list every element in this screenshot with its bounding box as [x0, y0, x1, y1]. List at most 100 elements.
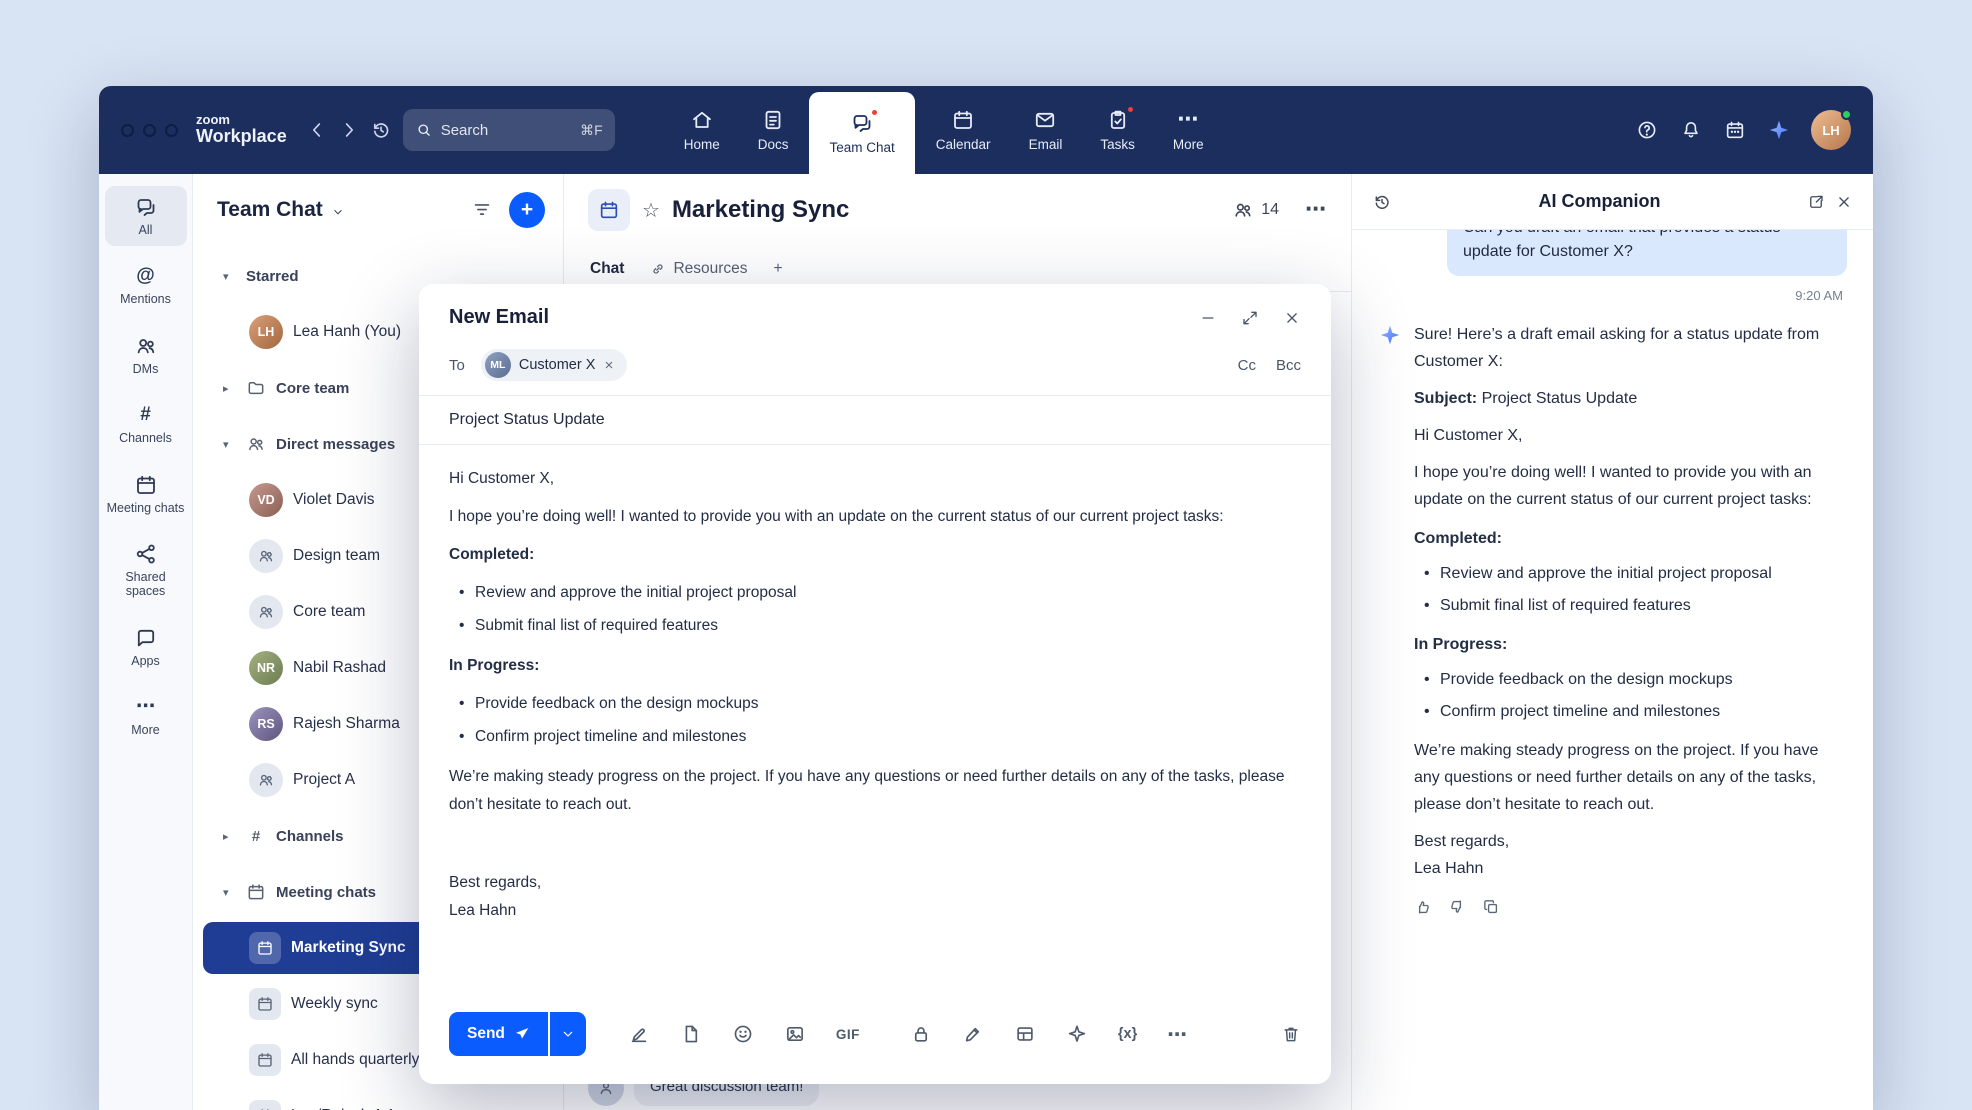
more-icon: ⋯ — [1305, 198, 1327, 222]
nav-team-chat[interactable]: Team Chat — [809, 92, 914, 174]
layout-icon — [1014, 1023, 1036, 1045]
nav-docs[interactable]: Docs — [741, 108, 806, 152]
new-chat-button[interactable]: + — [509, 192, 545, 228]
gif-button[interactable]: GIF — [836, 1027, 860, 1042]
more-icon: ⋯ — [136, 695, 155, 719]
subject-label: Subject: — [1414, 390, 1477, 407]
more-tools-button[interactable]: ⋯ — [1167, 1022, 1188, 1047]
rail-item-mentions[interactable]: @ Mentions — [105, 255, 187, 315]
conversation-history-button[interactable] — [1372, 192, 1392, 212]
edit-button[interactable] — [962, 1023, 984, 1045]
open-in-window-button[interactable] — [1807, 193, 1825, 211]
send-icon — [514, 1026, 530, 1042]
email-icon — [1033, 108, 1057, 132]
user-avatar[interactable]: LH — [1811, 110, 1851, 150]
close-panel-button[interactable] — [1835, 193, 1853, 211]
panel-title[interactable]: Team Chat — [217, 198, 323, 222]
thumbs-up-button[interactable] — [1414, 898, 1432, 916]
pencil-icon — [962, 1023, 984, 1045]
folder-icon — [246, 378, 266, 398]
meeting-calendar-icon — [588, 189, 630, 231]
calendar-icon — [134, 473, 158, 497]
nav-tasks[interactable]: Tasks — [1083, 108, 1152, 152]
list-item: Confirm project timeline and milestones — [449, 723, 1301, 751]
search-box[interactable]: ⌘F — [403, 109, 615, 151]
delete-draft-button[interactable] — [1281, 1024, 1301, 1044]
chevron-expanded-icon: ▾ — [223, 270, 236, 283]
nav-calendar[interactable]: Calendar — [919, 108, 1008, 152]
variables-button[interactable]: {x} — [1118, 1026, 1137, 1042]
nav-home[interactable]: Home — [667, 108, 737, 152]
ai-companion-button[interactable] — [1761, 112, 1797, 148]
help-icon — [1636, 119, 1658, 141]
copy-icon — [1482, 898, 1500, 916]
members-button[interactable]: 14 — [1232, 199, 1279, 221]
list-item: Review and approve the initial project p… — [1414, 560, 1847, 587]
close-dialog-button[interactable] — [1283, 309, 1301, 327]
window-control-icon[interactable] — [121, 124, 134, 137]
encryption-button[interactable] — [910, 1023, 932, 1045]
meeting-chat-icon — [249, 1100, 281, 1110]
nav-more[interactable]: ⋯ More — [1156, 108, 1221, 152]
template-button[interactable] — [680, 1023, 702, 1045]
rail-item-channels[interactable]: # Channels — [105, 394, 187, 454]
dialog-title: New Email — [449, 306, 549, 329]
favorite-button[interactable]: ☆ — [642, 198, 660, 223]
chevron-right-icon — [338, 119, 360, 141]
schedule-button[interactable] — [1717, 112, 1753, 148]
history-icon — [370, 119, 392, 141]
window-control-icon[interactable] — [165, 124, 178, 137]
copy-button[interactable] — [1482, 898, 1500, 916]
emoji-icon — [732, 1023, 754, 1045]
notifications-button[interactable] — [1673, 112, 1709, 148]
emoji-button[interactable] — [732, 1023, 754, 1045]
rail-item-more[interactable]: ⋯ More — [105, 686, 187, 746]
avatar: NR — [249, 651, 283, 685]
primary-nav: Home Docs Team Chat Calendar Email Tasks — [667, 86, 1221, 174]
rail-item-meeting-chats[interactable]: Meeting chats — [105, 464, 187, 524]
thumbs-down-icon — [1448, 898, 1466, 916]
chat-item-lea-rajesh[interactable]: Lea/Rajesh 1:1 — [193, 1088, 563, 1110]
minimize-button[interactable] — [1199, 309, 1217, 327]
email-body-editor[interactable]: Hi Customer X, I hope you’re doing well!… — [419, 445, 1331, 1012]
thumbs-down-button[interactable] — [1448, 898, 1466, 916]
history-button[interactable] — [365, 114, 397, 146]
ai-compose-button[interactable] — [1066, 1023, 1088, 1045]
more-icon: ⋯ — [1177, 108, 1199, 132]
recipient-chip[interactable]: ML Customer X — [481, 349, 628, 381]
list-item: Provide feedback on the design mockups — [1414, 666, 1847, 693]
subject-field[interactable]: Project Status Update — [419, 396, 1331, 445]
send-options-button[interactable] — [550, 1012, 586, 1056]
zoom-workplace-logo: zoom Workplace — [196, 113, 287, 146]
list-item: Provide feedback on the design mockups — [449, 690, 1301, 718]
to-label: To — [449, 357, 465, 374]
expand-button[interactable] — [1241, 309, 1259, 327]
people-icon — [134, 334, 158, 358]
rail-item-dms[interactable]: DMs — [105, 325, 187, 385]
rail-item-apps[interactable]: Apps — [105, 617, 187, 677]
filter-button[interactable] — [471, 199, 493, 221]
notification-dot — [870, 108, 879, 117]
layout-button[interactable] — [1014, 1023, 1036, 1045]
bcc-button[interactable]: Bcc — [1276, 357, 1301, 374]
search-input[interactable] — [441, 122, 549, 139]
window-control-icon[interactable] — [143, 124, 156, 137]
file-icon — [680, 1023, 702, 1045]
nav-email[interactable]: Email — [1012, 108, 1080, 152]
list-item: Confirm project timeline and milestones — [1414, 698, 1847, 725]
timestamp: 9:20 AM — [1382, 288, 1843, 303]
notification-dot — [1126, 105, 1135, 114]
remove-recipient-icon[interactable] — [603, 359, 615, 371]
back-button[interactable] — [301, 114, 333, 146]
ai-panel-title: AI Companion — [1402, 191, 1797, 212]
rail-item-all[interactable]: All — [105, 186, 187, 246]
rail-item-shared-spaces[interactable]: Shared spaces — [105, 533, 187, 608]
cc-button[interactable]: Cc — [1238, 357, 1256, 374]
more-button[interactable]: ⋯ — [1305, 198, 1327, 222]
chat-bubble-icon — [134, 195, 158, 219]
forward-button[interactable] — [333, 114, 365, 146]
help-button[interactable] — [1629, 112, 1665, 148]
signature-button[interactable] — [628, 1023, 650, 1045]
insert-image-button[interactable] — [784, 1023, 806, 1045]
send-button[interactable]: Send — [449, 1012, 548, 1056]
